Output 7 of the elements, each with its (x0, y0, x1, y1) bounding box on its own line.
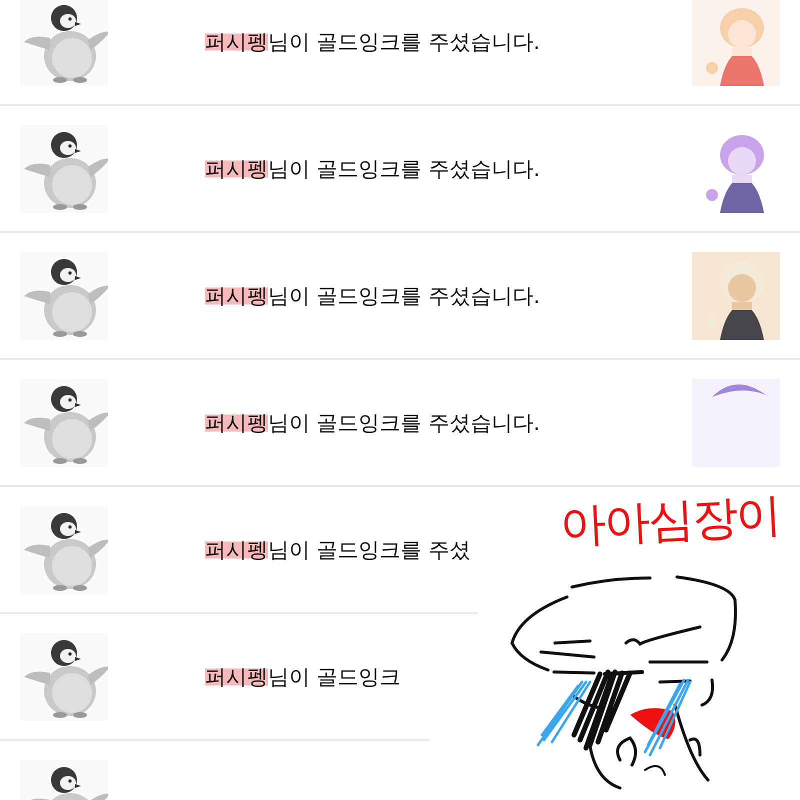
notification-text: 퍼시펭 님이 골드잉크 (205, 664, 401, 688)
notification-text: 퍼시펭 님이 골드잉크를 주셨 (205, 538, 470, 562)
handwritten-caption: 아아심장이 (558, 486, 782, 555)
notification-text: 퍼시펭 님이 골드잉크를 주셨습니다. (205, 156, 540, 180)
notification-text: 퍼시펭 님이 골드잉크를 주셨습니다. (205, 284, 540, 308)
notification-text: 퍼시펭 님이 골드잉크를 주셨습니다. (205, 410, 540, 434)
notification-text: 퍼시펭 님이 골드잉크를 주셨습니다. (205, 30, 540, 54)
